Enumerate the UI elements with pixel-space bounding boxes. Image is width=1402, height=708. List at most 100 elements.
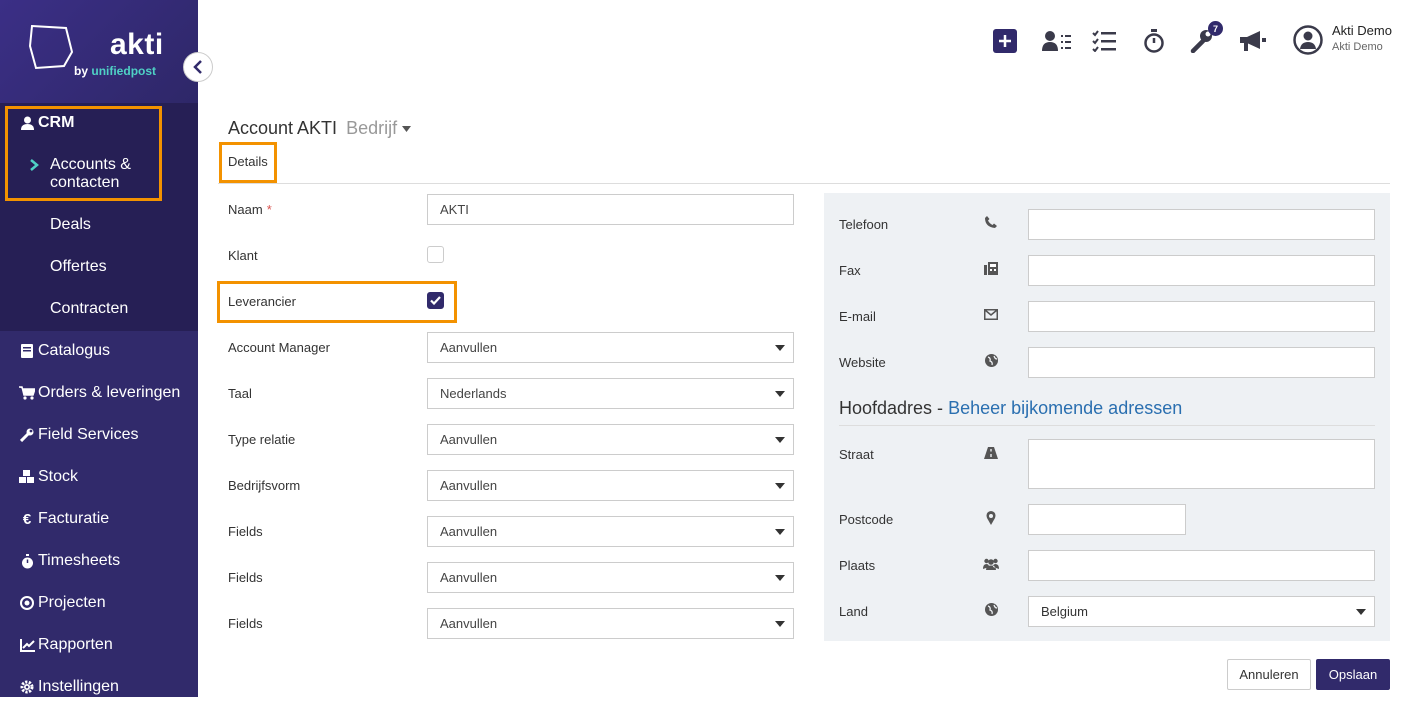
type-relatie-label: Type relatie (228, 432, 296, 447)
account-type-label: Bedrijf (346, 118, 398, 138)
caret-down-icon (1356, 609, 1366, 615)
plaats-input[interactable] (1028, 550, 1375, 581)
tasks-button[interactable] (1092, 28, 1116, 54)
fax-input[interactable] (1028, 255, 1375, 286)
user-name[interactable]: Akti Demo (1332, 23, 1392, 38)
sidebar-item-instellingen[interactable]: Instellingen (0, 666, 198, 708)
caret-down-icon (775, 345, 785, 351)
sidebar-item-label: Rapporten (38, 636, 113, 653)
fax-icon (980, 262, 1002, 275)
klant-checkbox[interactable] (427, 246, 444, 263)
land-select[interactable]: Belgium (1028, 596, 1375, 627)
cancel-button[interactable]: Annuleren (1227, 659, 1311, 690)
plaats-label: Plaats (839, 558, 876, 573)
fields-select[interactable]: Aanvullen (427, 608, 794, 639)
select-value: Aanvullen (440, 570, 498, 585)
target-icon (17, 596, 37, 610)
caret-down-icon (775, 483, 785, 489)
naam-input[interactable]: AKTI (427, 194, 794, 225)
select-value: Nederlands (440, 386, 507, 401)
account-type-dropdown[interactable]: Bedrijf (346, 118, 412, 138)
tab-divider (218, 183, 1390, 184)
naam-label: Naam * (228, 202, 272, 217)
user-avatar[interactable] (1293, 25, 1323, 55)
highlight-crm (5, 106, 162, 201)
highlight-details-tab (219, 142, 277, 183)
taal-select[interactable]: Nederlands (427, 378, 794, 409)
sidebar-item-label: Timesheets (38, 552, 121, 569)
sidebar-item-label: Catalogus (38, 342, 111, 359)
klant-label: Klant (228, 248, 258, 263)
account-manager-select[interactable]: Aanvullen (427, 332, 794, 363)
akti-logo-icon (28, 24, 74, 70)
caret-down-icon (402, 126, 412, 133)
globe-icon (980, 603, 1002, 616)
postcode-input[interactable] (1028, 504, 1186, 535)
type-relatie-select[interactable]: Aanvullen (427, 424, 794, 455)
sidebar-item-label: Facturatie (38, 510, 110, 527)
sidebar-item-label: Instellingen (38, 678, 119, 695)
land-label: Land (839, 604, 868, 619)
naam-label-text: Naam (228, 202, 263, 217)
euro-icon: € (22, 510, 32, 528)
page-title: Account AKTI Bedrijf (228, 118, 412, 139)
telefoon-input[interactable] (1028, 209, 1375, 240)
fields-label: Fields (228, 524, 263, 539)
sidebar-item-projecten[interactable]: Projecten (0, 582, 198, 624)
sidebar-item-timesheets[interactable]: Timesheets (0, 540, 198, 582)
sidebar-item-catalogus[interactable]: Catalogus (0, 330, 198, 372)
brand-sub: by unifiedpost (74, 64, 156, 78)
cart-icon (17, 386, 37, 400)
sidebar-item-field-services[interactable]: Field Services (0, 414, 198, 456)
timer-button[interactable] (1143, 28, 1165, 54)
sidebar-item-orders[interactable]: Orders & leveringen (0, 372, 198, 414)
sidebar-item-stock[interactable]: Stock (0, 456, 198, 498)
address-title: Hoofdadres - (839, 398, 944, 418)
caret-down-icon (775, 437, 785, 443)
taal-label: Taal (228, 386, 252, 401)
envelope-icon (980, 309, 1002, 320)
logo-area: akti by unifiedpost (0, 0, 198, 103)
user-company: Akti Demo (1332, 41, 1383, 53)
fields-select[interactable]: Aanvullen (427, 516, 794, 547)
caret-down-icon (775, 575, 785, 581)
map-marker-icon (980, 511, 1002, 525)
caret-down-icon (775, 621, 785, 627)
account-title: Account AKTI (228, 118, 338, 138)
phone-icon (980, 216, 1002, 228)
cubes-icon (17, 470, 37, 484)
users-icon (980, 558, 1002, 570)
sidebar-item-label: Field Services (38, 426, 139, 443)
email-label: E-mail (839, 309, 876, 324)
email-input[interactable] (1028, 301, 1375, 332)
select-value: Belgium (1041, 604, 1088, 619)
manage-addresses-link[interactable]: Beheer bijkomende adressen (948, 398, 1182, 418)
sidebar-item-deals[interactable]: Deals (50, 216, 91, 234)
brand-by: by (74, 64, 89, 78)
select-value: Aanvullen (440, 432, 498, 447)
gear-icon (17, 680, 37, 694)
sidebar-item-label: Stock (38, 468, 79, 485)
save-button[interactable]: Opslaan (1316, 659, 1390, 690)
sidebar: akti by unifiedpost CRM Accounts & conta… (0, 0, 213, 697)
select-value: Aanvullen (440, 524, 498, 539)
road-icon (980, 447, 1002, 459)
add-button[interactable] (993, 28, 1017, 54)
fields-label: Fields (228, 570, 263, 585)
announcements-button[interactable] (1238, 28, 1268, 54)
sidebar-item-contracten[interactable]: Contracten (50, 300, 128, 318)
website-input[interactable] (1028, 347, 1375, 378)
wrench-icon (17, 428, 37, 442)
brand-company: unifiedpost (91, 64, 157, 78)
select-value: Aanvullen (440, 478, 498, 493)
sidebar-item-rapporten[interactable]: Rapporten (0, 624, 198, 666)
sidebar-item-facturatie[interactable]: € Facturatie (0, 498, 198, 540)
notification-badge: 7 (1208, 21, 1223, 36)
collapse-sidebar-button[interactable] (183, 52, 213, 82)
sidebar-item-offertes[interactable]: Offertes (50, 258, 107, 276)
bedrijfsvorm-select[interactable]: Aanvullen (427, 470, 794, 501)
straat-textarea[interactable] (1028, 439, 1375, 489)
fields-select[interactable]: Aanvullen (427, 562, 794, 593)
select-value: Aanvullen (440, 616, 498, 631)
contacts-list-button[interactable] (1042, 28, 1072, 54)
